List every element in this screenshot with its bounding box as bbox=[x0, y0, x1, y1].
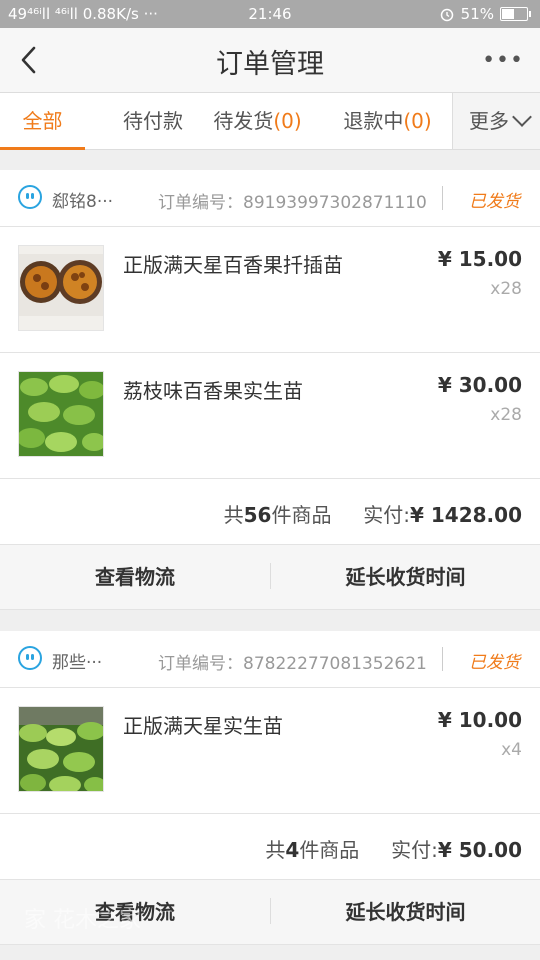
order-number: 订单编号：87822277081352621 bbox=[158, 654, 427, 674]
order-summary: 共56件商品 实付:¥ 1428.00 bbox=[0, 479, 540, 545]
header-divider bbox=[442, 186, 443, 210]
extend-receipt-button[interactable]: 延长收货时间 bbox=[271, 880, 540, 944]
paid-amount: ¥ 1428.00 bbox=[410, 503, 522, 527]
tab-all[interactable]: 全部 bbox=[0, 93, 85, 150]
tab-refunding[interactable]: 退款中(0) bbox=[330, 93, 445, 149]
summary-suffix: 件商品 bbox=[299, 838, 360, 862]
order-item[interactable]: 荔枝味百香果实生苗 ¥ 30.00 x28 bbox=[0, 353, 540, 479]
product-price: ¥ 15.00 bbox=[437, 247, 522, 271]
paid-label: 实付: bbox=[363, 503, 411, 527]
battery-icon bbox=[500, 7, 531, 21]
order-header: 郄铭8··· 订单编号：89193997302871110 已发货 bbox=[0, 170, 540, 227]
tab-more[interactable]: 更多 bbox=[452, 93, 540, 149]
product-image[interactable] bbox=[18, 706, 104, 792]
item-count: 4 bbox=[285, 838, 300, 862]
summary-prefix: 共 bbox=[265, 838, 286, 862]
page-title: 订单管理 bbox=[216, 49, 324, 80]
status-right: 51% bbox=[439, 5, 531, 23]
order-number: 订单编号：89193997302871110 bbox=[158, 193, 427, 213]
order-status: 已发货 bbox=[469, 653, 520, 673]
shop-name[interactable]: 那些··· bbox=[52, 648, 102, 673]
order-actions: 查看物流 延长收货时间 bbox=[0, 545, 540, 610]
view-logistics-button[interactable]: 查看物流 bbox=[0, 545, 270, 609]
tab-pending-payment-label: 待付款 bbox=[123, 109, 183, 133]
tab-pending-shipment-label: 待发货 bbox=[213, 109, 274, 133]
tab-pending-shipment-count: (0) bbox=[273, 109, 302, 133]
shop-name[interactable]: 郄铭8··· bbox=[52, 187, 113, 212]
nav-bar: 订单管理 ••• bbox=[0, 28, 540, 92]
alarm-icon bbox=[440, 8, 453, 22]
extend-receipt-button[interactable]: 延长收货时间 bbox=[271, 545, 540, 609]
tab-refunding-count: (0) bbox=[403, 109, 432, 133]
order-item[interactable]: 正版满天星实生苗 ¥ 10.00 x4 bbox=[0, 688, 540, 814]
product-image[interactable] bbox=[18, 245, 104, 331]
product-name: 正版满天星实生苗 bbox=[123, 714, 283, 738]
order-status: 已发货 bbox=[469, 192, 520, 212]
order-summary: 共4件商品 实付:¥ 50.00 bbox=[0, 814, 540, 880]
product-name: 正版满天星百香果扦插苗 bbox=[123, 253, 343, 277]
order-card: 那些··· 订单编号：87822277081352621 已发货 正版满天星实生… bbox=[0, 631, 540, 945]
order-tabs: 全部 待付款 待发货(0) 退款中(0) 更多 bbox=[0, 92, 540, 150]
battery-percent: 51% bbox=[460, 5, 494, 23]
tab-pending-payment[interactable]: 待付款 bbox=[93, 93, 213, 149]
product-quantity: x4 bbox=[501, 740, 522, 760]
paid-label: 实付: bbox=[391, 838, 438, 862]
more-options-icon[interactable]: ••• bbox=[482, 48, 524, 73]
summary-prefix: 共 bbox=[223, 503, 244, 527]
chevron-down-icon bbox=[512, 107, 532, 127]
product-name: 荔枝味百香果实生苗 bbox=[123, 379, 303, 403]
summary-suffix: 件商品 bbox=[271, 503, 332, 527]
product-image[interactable] bbox=[18, 371, 104, 457]
tab-refunding-label: 退款中 bbox=[343, 109, 404, 133]
order-summary-text: 共56件商品 实付:¥ 1428.00 bbox=[224, 499, 522, 528]
tab-more-label: 更多 bbox=[469, 109, 509, 133]
product-price: ¥ 30.00 bbox=[437, 373, 522, 397]
product-quantity: x28 bbox=[490, 279, 522, 299]
item-count: 56 bbox=[243, 503, 272, 527]
order-summary-text: 共4件商品 实付:¥ 50.00 bbox=[265, 834, 522, 863]
tab-all-label: 全部 bbox=[22, 109, 63, 133]
tab-pending-shipment[interactable]: 待发货(0) bbox=[200, 93, 315, 149]
watermark: 家 花木之家 bbox=[24, 908, 141, 933]
order-header: 那些··· 订单编号：87822277081352621 已发货 bbox=[0, 631, 540, 688]
shop-chat-icon[interactable] bbox=[18, 646, 42, 670]
order-card: 郄铭8··· 订单编号：89193997302871110 已发货 正版满天星百… bbox=[0, 170, 540, 610]
shop-chat-icon[interactable] bbox=[18, 185, 42, 209]
product-price: ¥ 10.00 bbox=[437, 708, 522, 732]
status-bar: 49⁴⁶ⁱll ⁴⁶ⁱll 0.88K/s ··· 21:46 51% bbox=[0, 0, 540, 28]
paid-amount: ¥ 50.00 bbox=[437, 838, 522, 862]
order-item[interactable]: 正版满天星百香果扦插苗 ¥ 15.00 x28 bbox=[0, 227, 540, 353]
product-quantity: x28 bbox=[490, 405, 522, 425]
header-divider bbox=[442, 647, 443, 671]
